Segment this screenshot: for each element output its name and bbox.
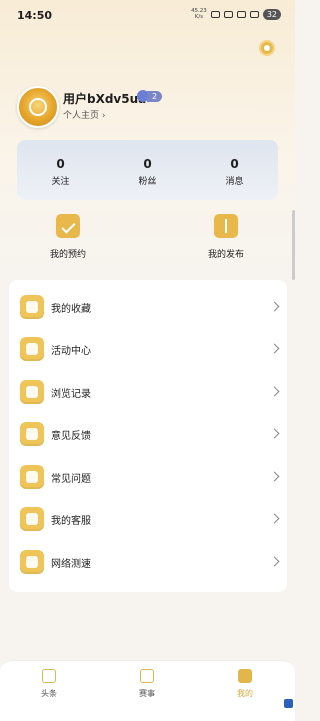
battery-indicator: 32: [262, 8, 281, 20]
compass-icon: [20, 550, 44, 574]
wifi-icon: [249, 10, 259, 18]
menu-item-customer-service[interactable]: 我的客服: [9, 499, 287, 541]
floating-corner-icon[interactable]: [284, 699, 293, 708]
stat-messages[interactable]: 0 消息: [191, 140, 278, 200]
stat-followers[interactable]: 0 粉丝: [104, 140, 191, 200]
menu-card: 我的收藏 活动中心 浏览记录 意见反馈 常见问题 我的客服 网络测速: [9, 280, 287, 592]
menu-item-favorites[interactable]: 我的收藏: [9, 287, 287, 329]
chevron-right-icon: [269, 471, 280, 482]
bottom-tab-bar: 头条 赛事 我的: [0, 660, 295, 721]
avatar[interactable]: [17, 86, 59, 128]
clock-icon: [20, 380, 44, 404]
menu-item-history[interactable]: 浏览记录: [9, 372, 287, 414]
star-icon: [20, 295, 44, 319]
profile-home-link[interactable]: 个人主页 ›: [63, 108, 105, 121]
settings-icon[interactable]: [259, 40, 275, 56]
chat-icon: [20, 422, 44, 446]
menu-item-activity-center[interactable]: 活动中心: [9, 329, 287, 371]
chevron-right-icon: [269, 556, 280, 567]
level-badge: 2: [137, 90, 163, 102]
signal-icon: [236, 10, 246, 18]
my-appointments-button[interactable]: 我的预约: [28, 214, 108, 260]
username: 用户bXdv5ua: [63, 92, 147, 106]
tab-headlines[interactable]: 头条: [19, 669, 79, 699]
calendar-check-icon: [56, 214, 80, 238]
network-speed: 45.23 K/s: [191, 8, 207, 20]
menu-item-speed-test[interactable]: 网络测速: [9, 542, 287, 584]
notification-icon: [223, 10, 233, 18]
my-posts-button[interactable]: 我的发布: [186, 214, 266, 260]
chevron-right-icon: [269, 343, 280, 354]
stat-following[interactable]: 0 关注: [17, 140, 104, 200]
tab-mine[interactable]: 我的: [215, 669, 275, 699]
person-icon: [238, 669, 252, 683]
chevron-right-icon: [269, 301, 280, 312]
stats-panel: 0 关注 0 粉丝 0 消息: [17, 140, 278, 200]
question-icon: [20, 465, 44, 489]
chevron-right-icon: [269, 386, 280, 397]
menu-item-faq[interactable]: 常见问题: [9, 457, 287, 499]
tab-matches[interactable]: 赛事: [117, 669, 177, 699]
status-time: 14:50: [17, 9, 53, 22]
chevron-right-icon: [269, 428, 280, 439]
headset-icon: [20, 507, 44, 531]
status-bar: 14:50 45.23 K/s 32: [0, 0, 295, 30]
menu-item-feedback[interactable]: 意见反馈: [9, 414, 287, 456]
book-icon: [214, 214, 238, 238]
chevron-right-icon: [269, 513, 280, 524]
scrollbar[interactable]: [292, 210, 295, 280]
gift-icon: [20, 337, 44, 361]
link-icon: [210, 10, 220, 18]
document-icon: [42, 669, 56, 683]
trophy-icon: [140, 669, 154, 683]
